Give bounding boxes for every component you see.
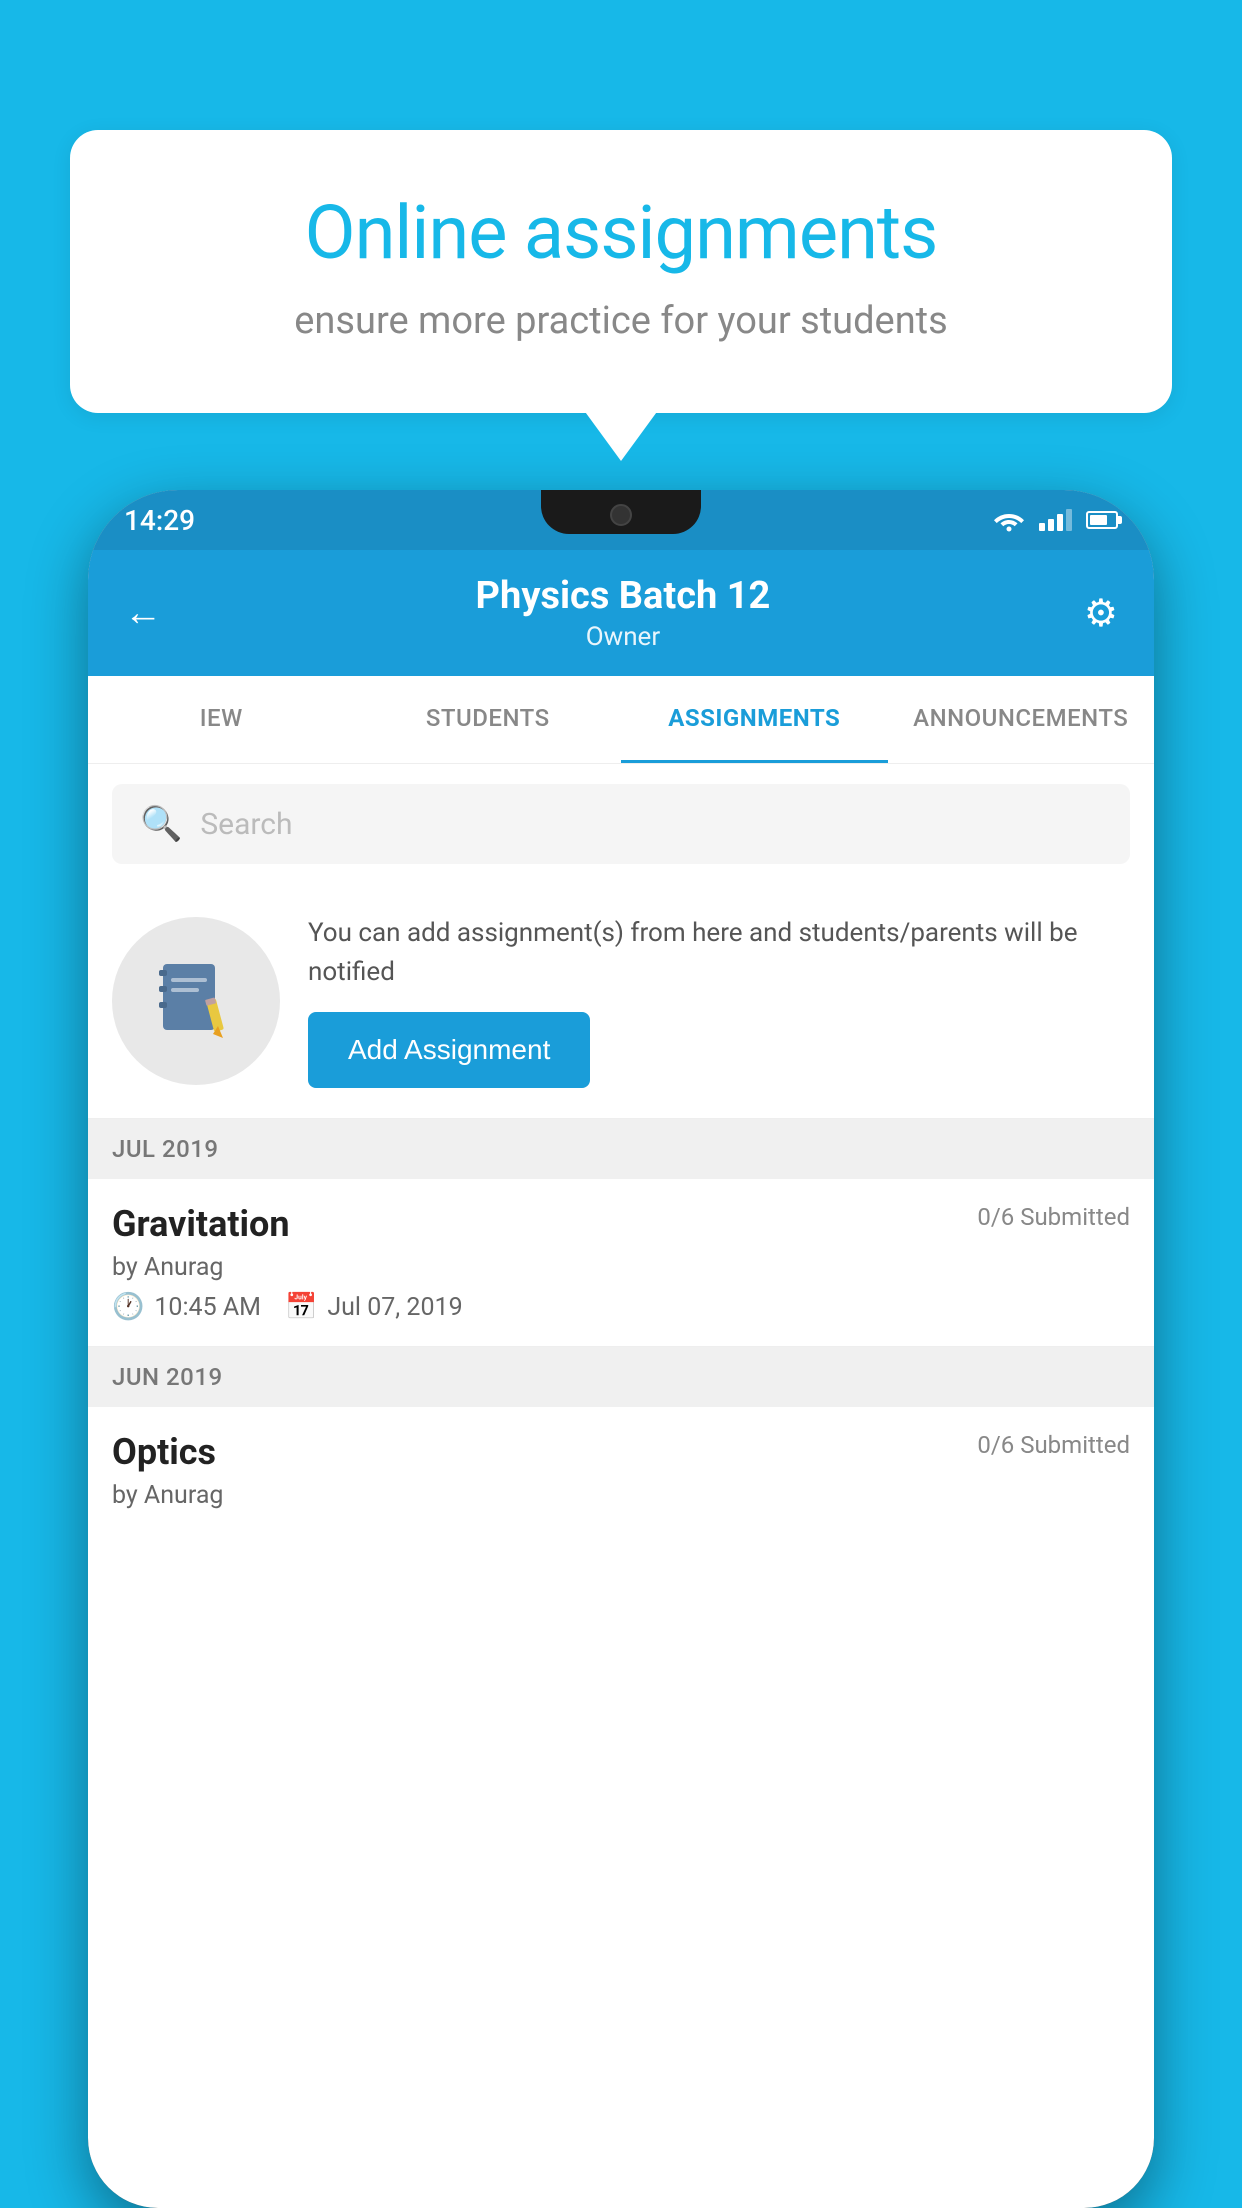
assignment-time: 10:45 AM (154, 1293, 261, 1322)
promo-bubble: Online assignments ensure more practice … (70, 130, 1172, 413)
search-bar[interactable]: 🔍 Search (112, 784, 1130, 864)
back-button[interactable]: ← (124, 591, 162, 635)
optics-by: by Anurag (112, 1481, 1130, 1510)
assignment-item-gravitation[interactable]: Gravitation 0/6 Submitted by Anurag 🕐 10… (88, 1179, 1154, 1347)
optics-title: Optics (112, 1431, 216, 1473)
phone-notch (541, 490, 701, 534)
assignment-meta: 🕐 10:45 AM 📅 Jul 07, 2019 (112, 1292, 1130, 1322)
promo-text-block: You can add assignment(s) from here and … (308, 914, 1130, 1088)
assignment-top-row: Gravitation 0/6 Submitted (112, 1203, 1130, 1245)
month-header-jun: JUN 2019 (88, 1347, 1154, 1407)
optics-submitted: 0/6 Submitted (977, 1431, 1130, 1459)
assignment-icon-circle (112, 917, 280, 1085)
camera-dot (610, 504, 632, 526)
phone-screen: 14:29 (88, 490, 1154, 2208)
notebook-icon (151, 956, 241, 1046)
search-placeholder-text: Search (200, 807, 292, 842)
app-header: ← Physics Batch 12 Owner ⚙ (88, 550, 1154, 676)
assignment-date: Jul 07, 2019 (327, 1293, 462, 1322)
tab-students[interactable]: STUDENTS (355, 676, 622, 763)
assignment-item-optics[interactable]: Optics 0/6 Submitted by Anurag (88, 1407, 1154, 1544)
promo-section: You can add assignment(s) from here and … (88, 884, 1154, 1119)
clock-icon: 🕐 (112, 1292, 144, 1322)
time-meta: 🕐 10:45 AM (112, 1292, 261, 1322)
header-center: Physics Batch 12 Owner (476, 574, 771, 652)
status-time: 14:29 (124, 504, 195, 537)
phone-frame: 14:29 (88, 490, 1154, 2208)
batch-title: Physics Batch 12 (476, 574, 771, 618)
search-icon: 🔍 (140, 804, 182, 844)
promo-description: You can add assignment(s) from here and … (308, 914, 1130, 992)
settings-button[interactable]: ⚙ (1084, 591, 1118, 636)
battery-icon (1086, 511, 1118, 529)
calendar-icon: 📅 (285, 1292, 317, 1322)
add-assignment-button[interactable]: Add Assignment (308, 1012, 590, 1088)
date-meta: 📅 Jul 07, 2019 (285, 1292, 463, 1322)
wifi-icon (993, 508, 1025, 532)
bubble-subtitle: ensure more practice for your students (140, 299, 1102, 343)
assignment-title: Gravitation (112, 1203, 290, 1245)
screen-content: 14:29 (88, 490, 1154, 2208)
tab-assignments[interactable]: ASSIGNMENTS (621, 676, 888, 763)
month-header-jul: JUL 2019 (88, 1119, 1154, 1179)
tab-announcements[interactable]: ANNOUNCEMENTS (888, 676, 1155, 763)
bubble-title: Online assignments (140, 190, 1102, 277)
optics-top-row: Optics 0/6 Submitted (112, 1431, 1130, 1473)
search-bar-container: 🔍 Search (88, 764, 1154, 884)
signal-icon (1039, 509, 1072, 531)
status-icons (993, 508, 1118, 532)
assignment-by: by Anurag (112, 1253, 1130, 1282)
assignment-submitted: 0/6 Submitted (977, 1203, 1130, 1231)
tab-overview[interactable]: IEW (88, 676, 355, 763)
bubble-box: Online assignments ensure more practice … (70, 130, 1172, 413)
tabs-bar: IEW STUDENTS ASSIGNMENTS ANNOUNCEMENTS (88, 676, 1154, 764)
batch-role: Owner (476, 622, 771, 652)
